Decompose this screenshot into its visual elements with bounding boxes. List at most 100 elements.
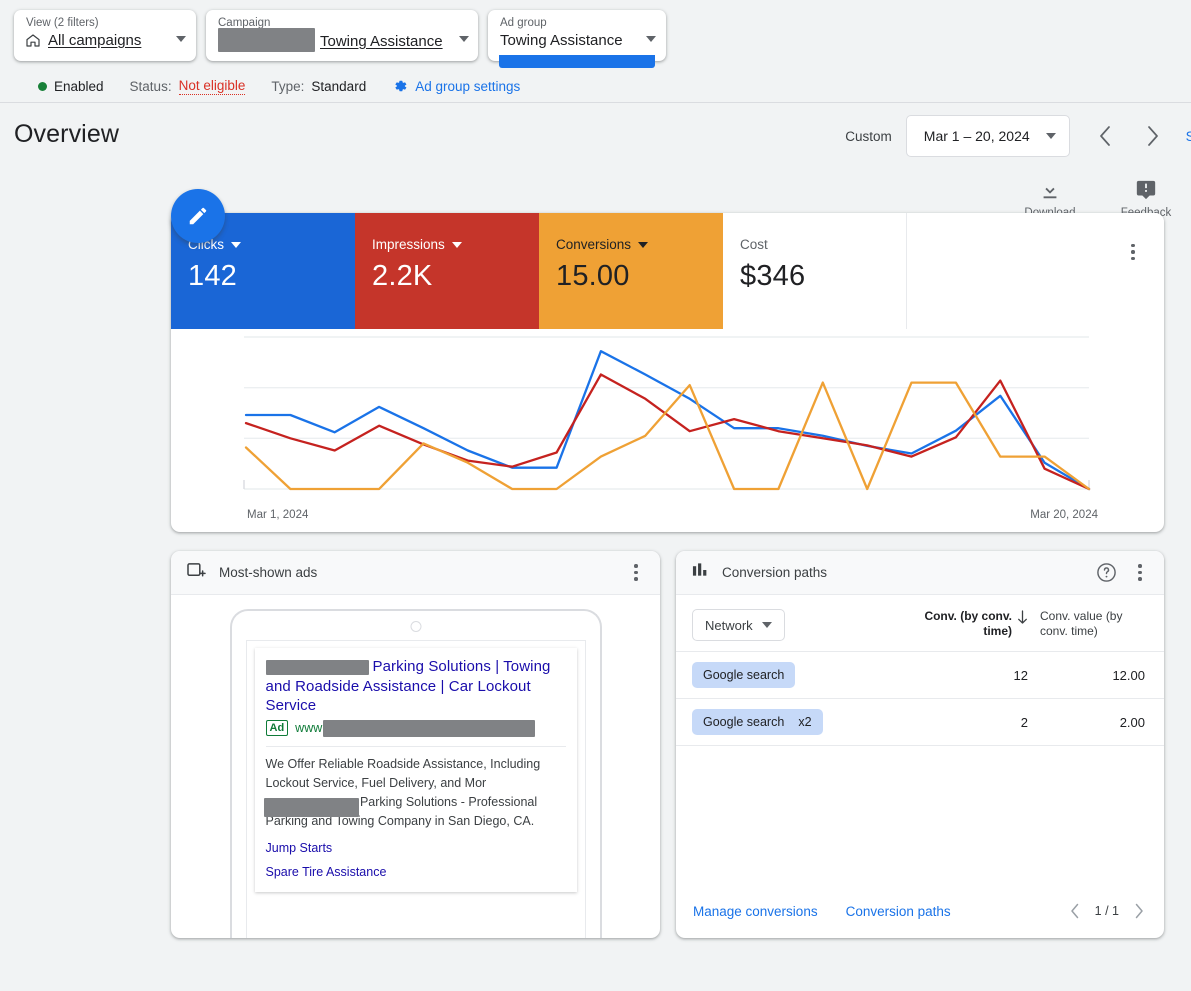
- performance-chart-svg[interactable]: [171, 329, 1164, 532]
- chevron-down-icon: [761, 622, 772, 628]
- ad-headline: Parking Solutions | Towing and Roadside …: [265, 657, 566, 716]
- phone-screen: Parking Solutions | Towing and Roadside …: [245, 640, 586, 938]
- redacted-brand-name: [265, 659, 369, 675]
- chevron-down-icon[interactable]: [451, 241, 462, 248]
- chart-x-label-end: Mar 20, 2024: [1030, 509, 1098, 521]
- ad-description: We Offer Reliable Roadside Assistance, I…: [263, 756, 541, 828]
- truncated-link[interactable]: S: [1186, 128, 1191, 144]
- conversion-paths-menu-button[interactable]: [1130, 563, 1150, 583]
- ad-badge: Ad: [265, 720, 289, 736]
- scorecard-cost-value: $346: [740, 260, 806, 292]
- table-row[interactable]: Google search 12 12.00: [676, 652, 1164, 699]
- download-icon: [1043, 181, 1057, 199]
- chevron-down-icon[interactable]: [458, 36, 469, 42]
- ad-group-status-bar: Enabled Status: Not eligible Type: Stand…: [0, 70, 1191, 103]
- ad-group-selector-texts: Ad group Towing Assistance: [500, 17, 623, 50]
- chevron-down-icon[interactable]: [176, 36, 186, 42]
- chevron-down-icon[interactable]: [646, 36, 656, 42]
- dot: [1131, 250, 1135, 254]
- ad-group-settings-link[interactable]: Ad group settings: [392, 78, 520, 94]
- chart-x-label-start: Mar 1, 2024: [247, 509, 309, 521]
- conversion-paths-panel: Conversion paths Network Conv. (by conv.…: [676, 551, 1164, 938]
- date-range-controls: Custom Mar 1 – 20, 2024 S: [845, 115, 1191, 157]
- page-title: Overview: [14, 119, 119, 148]
- ad-url-prefix: www: [295, 721, 323, 735]
- sort-descending-icon: [1017, 610, 1028, 629]
- scorecard-impressions-label-row: Impressions: [372, 237, 539, 252]
- gear-icon: [392, 78, 408, 94]
- scorecard-impressions-value: 2.2K: [372, 260, 433, 292]
- ad-group-settings-label: Ad group settings: [415, 78, 521, 94]
- pencil-icon: [189, 207, 207, 225]
- chevron-down-icon[interactable]: [638, 241, 649, 248]
- conversion-paths-table-header: Network Conv. (by conv. time) Conv. valu…: [676, 595, 1164, 652]
- pagination: 1 / 1: [1064, 900, 1150, 922]
- previous-period-button[interactable]: [1088, 119, 1122, 153]
- eligibility-status: Status: Not eligible: [130, 78, 246, 95]
- most-shown-ads-header: Most-shown ads: [171, 551, 660, 595]
- network-pill-label: Google search: [703, 715, 785, 729]
- date-range-picker[interactable]: Mar 1 – 20, 2024: [905, 115, 1070, 157]
- scorecard-conversions[interactable]: Conversions 15.00: [539, 213, 723, 329]
- campaign-selector-texts: Campaign Towing Assistance: [218, 17, 443, 52]
- edit-fab-button[interactable]: [171, 189, 225, 243]
- chart-x-axis-labels: Mar 1, 2024 Mar 20, 2024: [171, 509, 1164, 523]
- view-selector-texts: View (2 filters) All campaigns: [26, 17, 141, 50]
- custom-range-label: Custom: [845, 128, 892, 144]
- column-header-conv-value[interactable]: Conv. value (by conv. time): [1040, 609, 1145, 639]
- view-selector-value: All campaigns: [48, 32, 142, 49]
- conversion-paths-footer: Manage conversions Conversion paths 1 / …: [676, 884, 1164, 938]
- scorecard-clicks-value: 142: [188, 260, 237, 292]
- scorecard-conversions-value: 15.00: [556, 260, 630, 292]
- most-shown-ads-menu-button[interactable]: [626, 563, 646, 583]
- performance-card: Clicks 142 Impressions 2.2K Conversions …: [171, 213, 1164, 532]
- most-shown-ads-panel: Most-shown ads Parking Solutions | Towin…: [171, 551, 660, 938]
- ad-group-selector[interactable]: Ad group Towing Assistance: [488, 10, 666, 68]
- view-selector-value-row: All campaigns: [26, 31, 141, 50]
- scorecard-cost[interactable]: Cost $346: [723, 213, 907, 329]
- scorecard-clicks-label-row: Clicks: [188, 237, 355, 252]
- table-row[interactable]: Google search x2 2 2.00: [676, 699, 1164, 746]
- home-icon: [26, 34, 40, 47]
- dot: [634, 564, 638, 568]
- chart-series-conversions: [244, 381, 1091, 491]
- type-prefix-label: Type:: [271, 78, 305, 94]
- redacted-domain: [323, 719, 536, 737]
- dot: [1138, 577, 1142, 581]
- row-conv-value: 2: [1020, 714, 1028, 730]
- help-icon[interactable]: [1096, 562, 1117, 583]
- column-header-conv[interactable]: Conv. (by conv. time): [916, 609, 1028, 639]
- scorecard-impressions[interactable]: Impressions 2.2K: [355, 213, 539, 329]
- status-prefix-label: Status:: [129, 78, 172, 94]
- scorecard-row: Clicks 142 Impressions 2.2K Conversions …: [171, 213, 1164, 329]
- campaign-selector-value-row: Towing Assistance: [218, 28, 443, 52]
- performance-chart: Mar 1, 2024 Mar 20, 2024: [171, 329, 1164, 532]
- ad-preview-card[interactable]: Parking Solutions | Towing and Roadside …: [254, 648, 577, 892]
- ad-sitelink-1[interactable]: Jump Starts: [266, 841, 566, 855]
- ad-group-selector-value-row: Towing Assistance: [500, 31, 623, 50]
- ad-sitelink-2[interactable]: Spare Tire Assistance: [266, 865, 566, 879]
- ad-preview-icon: [187, 562, 206, 584]
- conversion-paths-link[interactable]: Conversion paths: [846, 904, 951, 919]
- manage-conversions-link[interactable]: Manage conversions: [693, 904, 818, 919]
- chevron-down-icon[interactable]: [231, 241, 241, 248]
- ad-preview-area: Parking Solutions | Towing and Roadside …: [171, 595, 660, 938]
- view-selector[interactable]: View (2 filters) All campaigns: [14, 10, 196, 61]
- campaign-selector[interactable]: Campaign Towing Assistance: [206, 10, 478, 61]
- type-value: Standard: [311, 78, 367, 94]
- network-filter-dropdown[interactable]: Network: [692, 609, 785, 641]
- overview-content: Download Feedback Clicks 142 Impressions: [0, 180, 1191, 938]
- previous-page-button[interactable]: [1064, 900, 1086, 922]
- ad-group-active-indicator: [499, 55, 655, 68]
- performance-card-menu-button[interactable]: [1122, 241, 1144, 263]
- dot: [1138, 564, 1142, 568]
- next-period-button[interactable]: [1136, 119, 1170, 153]
- network-pill: Google search: [692, 662, 796, 688]
- chevron-down-icon: [1045, 133, 1056, 139]
- status-badge[interactable]: Not eligible: [178, 78, 246, 95]
- phone-camera-icon: [410, 621, 421, 632]
- next-page-button[interactable]: [1128, 900, 1150, 922]
- account-selector-bar: View (2 filters) All campaigns Campaign …: [0, 0, 1191, 70]
- divider: [265, 745, 566, 747]
- phone-mockup: Parking Solutions | Towing and Roadside …: [229, 609, 602, 938]
